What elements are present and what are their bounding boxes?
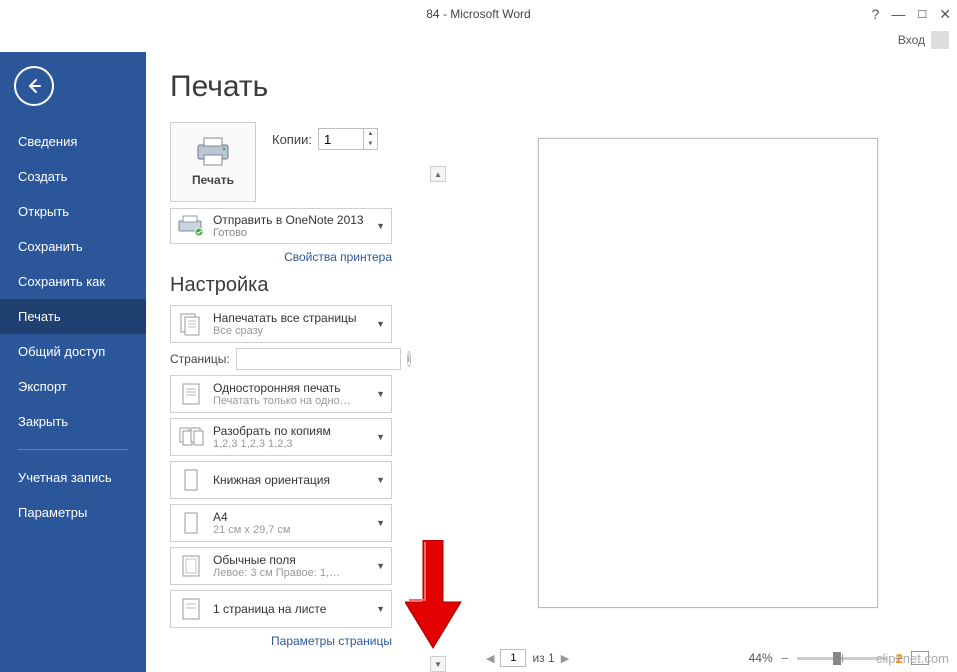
setting-collate[interactable]: Разобрать по копиям1,2,3 1,2,3 1,2,3 ▼ bbox=[170, 418, 392, 456]
nav-account[interactable]: Учетная запись bbox=[0, 460, 146, 495]
chevron-down-icon: ▼ bbox=[376, 319, 385, 329]
next-page-icon[interactable]: ▶ bbox=[561, 652, 569, 665]
per-sheet-icon bbox=[177, 595, 205, 623]
pages-label: Страницы: bbox=[170, 352, 230, 366]
window-title: 84 - Microsoft Word bbox=[426, 7, 530, 21]
pages-input[interactable] bbox=[236, 348, 401, 370]
zoom-out-icon[interactable]: − bbox=[781, 650, 789, 666]
one-sided-icon bbox=[177, 380, 205, 408]
scroll-up-icon[interactable]: ▲ bbox=[430, 166, 446, 182]
nav-open[interactable]: Открыть bbox=[0, 194, 146, 229]
nav-separator bbox=[18, 449, 128, 450]
signin-row: Вход bbox=[0, 28, 957, 52]
page-preview bbox=[538, 138, 878, 608]
chevron-down-icon: ▼ bbox=[376, 475, 385, 485]
chevron-down-icon: ▼ bbox=[376, 561, 385, 571]
preview-column: ◀ из 1 ▶ 44% − + bbox=[448, 70, 957, 672]
avatar[interactable] bbox=[931, 31, 949, 49]
copies-down[interactable]: ▼ bbox=[364, 139, 377, 149]
chevron-down-icon: ▼ bbox=[376, 432, 385, 442]
print-button[interactable]: Печать bbox=[170, 122, 256, 202]
nav-saveas[interactable]: Сохранить как bbox=[0, 264, 146, 299]
maximize-icon[interactable]: ☐ bbox=[917, 8, 927, 21]
copies-label: Копии: bbox=[272, 132, 312, 147]
pages-icon bbox=[177, 310, 205, 338]
nav-share[interactable]: Общий доступ bbox=[0, 334, 146, 369]
minimize-icon[interactable]: — bbox=[891, 6, 905, 22]
chevron-down-icon: ▼ bbox=[376, 389, 385, 399]
nav-save[interactable]: Сохранить bbox=[0, 229, 146, 264]
nav-new[interactable]: Создать bbox=[0, 159, 146, 194]
page-of-label: из 1 bbox=[532, 651, 554, 665]
prev-page-icon[interactable]: ◀ bbox=[486, 652, 494, 665]
setting-paper-size[interactable]: A421 см x 29,7 см ▼ bbox=[170, 504, 392, 542]
printer-name: Отправить в OneNote 2013 bbox=[213, 213, 370, 227]
setting-print-range[interactable]: Напечатать все страницыВсе сразу ▼ bbox=[170, 305, 392, 343]
print-settings-column: Печать Печать Копии: ▲▼ Отправить в bbox=[170, 70, 428, 672]
nav-options[interactable]: Параметры bbox=[0, 495, 146, 530]
zoom-level: 44% bbox=[749, 651, 773, 665]
signin-link[interactable]: Вход bbox=[898, 33, 925, 47]
nav-info[interactable]: Сведения bbox=[0, 124, 146, 159]
back-button[interactable] bbox=[14, 66, 54, 106]
copies-input[interactable] bbox=[319, 129, 363, 149]
setting-margins[interactable]: Обычные поляЛевое: 3 см Правое: 1,… ▼ bbox=[170, 547, 392, 585]
setting-orientation[interactable]: Книжная ориентация ▼ bbox=[170, 461, 392, 499]
zoom-slider[interactable] bbox=[797, 657, 887, 660]
margins-icon bbox=[177, 552, 205, 580]
setting-per-sheet[interactable]: 1 страница на листе ▼ bbox=[170, 590, 392, 628]
page-setup-link[interactable]: Параметры страницы bbox=[170, 634, 392, 648]
help-icon[interactable]: ? bbox=[872, 6, 880, 22]
settings-scrollbar[interactable]: ▲ ▼ bbox=[430, 166, 448, 672]
scroll-down-icon[interactable]: ▼ bbox=[430, 656, 446, 672]
setting-sides[interactable]: Односторонняя печатьПечатать только на о… bbox=[170, 375, 392, 413]
printer-selector[interactable]: Отправить в OneNote 2013 Готово ▼ bbox=[170, 208, 392, 244]
watermark: clip2net.com bbox=[876, 651, 949, 666]
printer-status: Готово bbox=[213, 227, 370, 239]
chevron-down-icon: ▼ bbox=[376, 221, 385, 231]
portrait-icon bbox=[177, 466, 205, 494]
close-icon[interactable]: ✕ bbox=[939, 6, 951, 23]
page-number-input[interactable] bbox=[500, 649, 526, 667]
preview-status-bar: ◀ из 1 ▶ 44% − + bbox=[478, 644, 937, 672]
settings-title: Настройка bbox=[170, 274, 428, 297]
nav-print[interactable]: Печать bbox=[0, 299, 146, 334]
printer-small-icon bbox=[177, 215, 207, 237]
info-icon[interactable]: i bbox=[407, 351, 411, 367]
paper-icon bbox=[177, 509, 205, 537]
title-bar: 84 - Microsoft Word ? — ☐ ✕ bbox=[0, 0, 957, 28]
page-navigator: ◀ из 1 ▶ bbox=[486, 649, 569, 667]
printer-properties-link[interactable]: Свойства принтера bbox=[170, 250, 392, 264]
chevron-down-icon: ▼ bbox=[376, 604, 385, 614]
nav-export[interactable]: Экспорт bbox=[0, 369, 146, 404]
page-title: Печать bbox=[170, 70, 428, 104]
backstage-sidebar: Сведения Создать Открыть Сохранить Сохра… bbox=[0, 52, 146, 672]
window-controls: ? — ☐ ✕ bbox=[872, 6, 951, 23]
printer-icon bbox=[194, 137, 232, 167]
collate-icon bbox=[177, 423, 205, 451]
nav-close[interactable]: Закрыть bbox=[0, 404, 146, 439]
chevron-down-icon: ▼ bbox=[376, 518, 385, 528]
copies-up[interactable]: ▲ bbox=[364, 129, 377, 139]
copies-spinner[interactable]: ▲▼ bbox=[318, 128, 378, 150]
